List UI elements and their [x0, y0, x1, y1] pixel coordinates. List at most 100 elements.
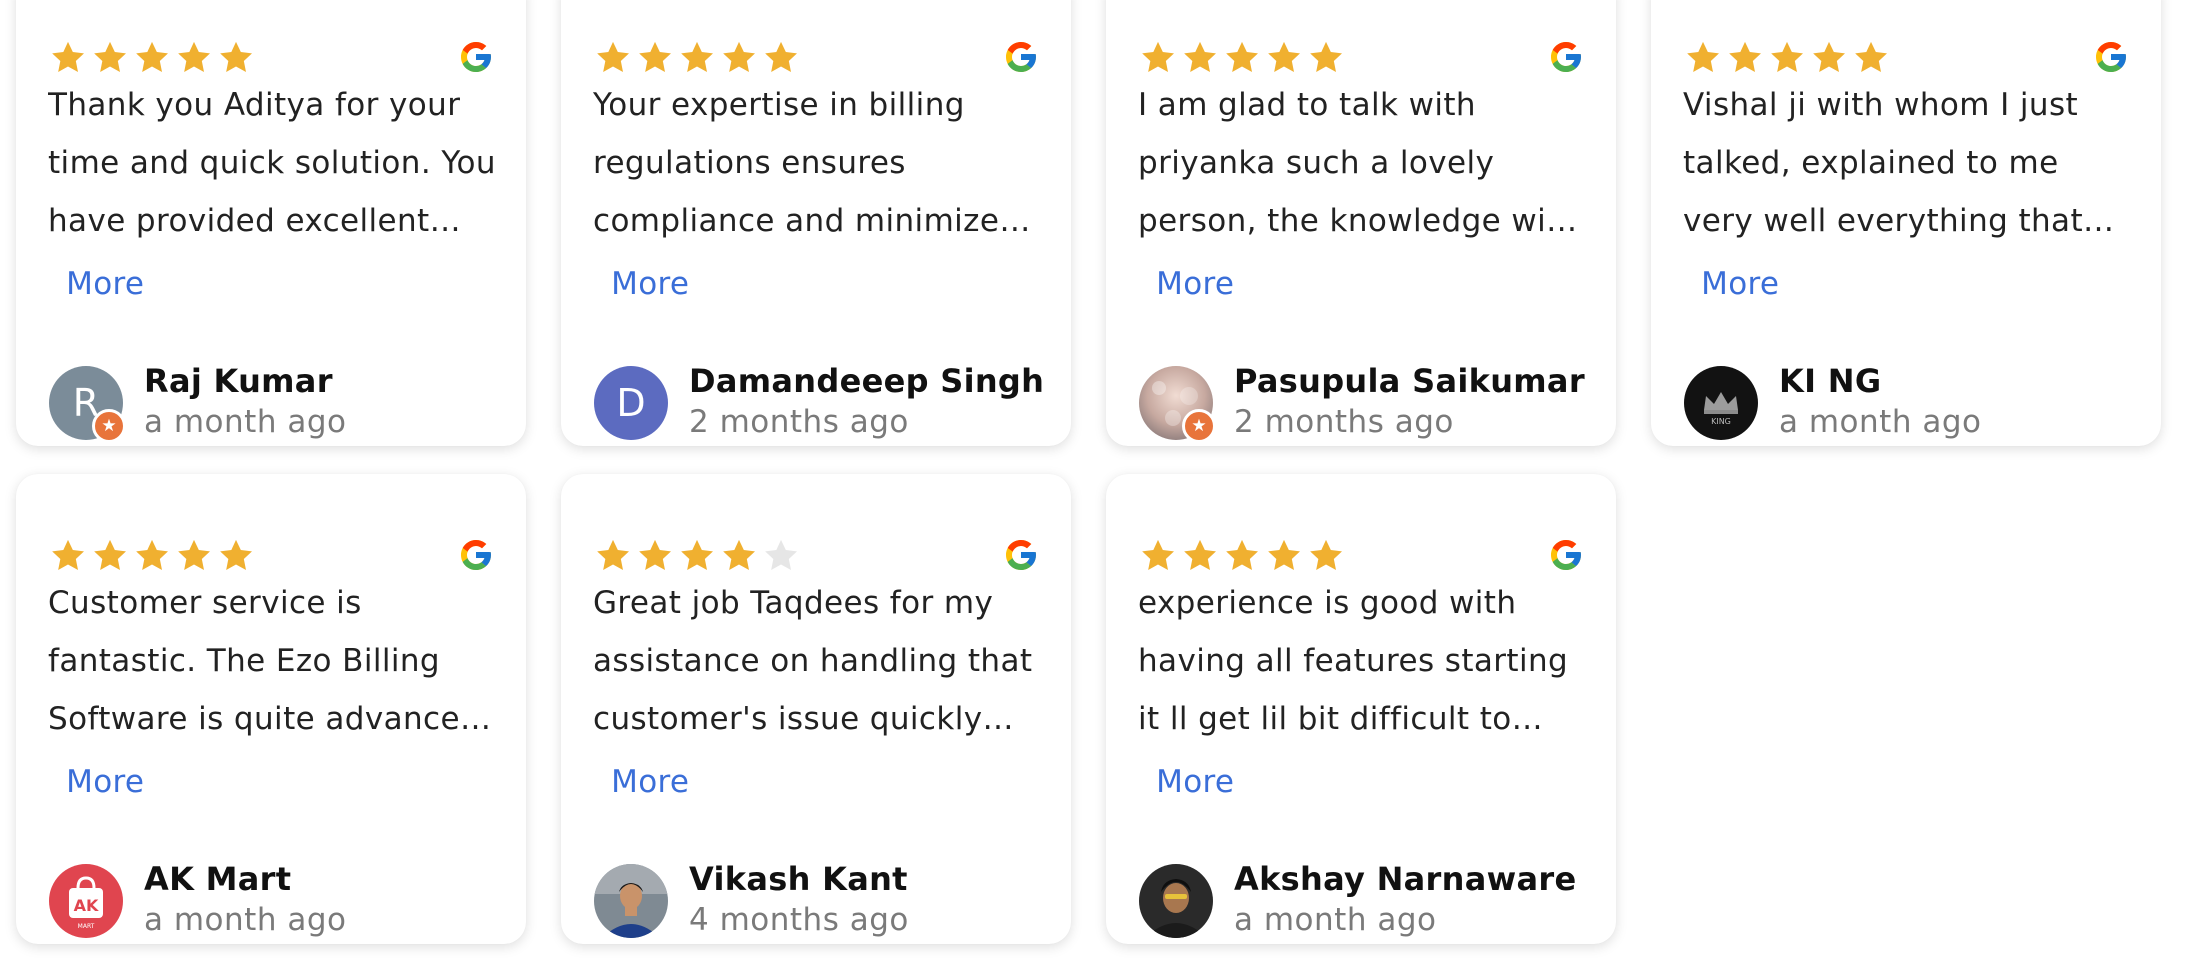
reviewer-name: Raj Kumar — [144, 362, 333, 400]
svg-text:MART: MART — [78, 923, 95, 930]
star-empty-icon — [765, 539, 797, 570]
reviewer-name: AK Mart — [144, 860, 292, 898]
star-filled-icon — [52, 41, 84, 72]
review-text: experience is good with having all featu… — [1138, 585, 1569, 737]
google-logo-icon — [1006, 540, 1036, 570]
star-filled-icon — [1184, 539, 1216, 570]
star-filled-icon — [178, 41, 210, 72]
star-rating — [48, 38, 256, 78]
google-logo-icon — [461, 42, 491, 72]
star-rating — [1138, 38, 1346, 78]
review-date: 4 months ago — [689, 902, 909, 938]
avatar-image — [594, 864, 668, 938]
more-link[interactable]: More — [1146, 764, 1234, 800]
avatar: AK MART — [49, 864, 123, 938]
local-guide-badge-icon: ★ — [92, 409, 126, 443]
avatar-image: D — [594, 366, 668, 440]
star-filled-icon — [723, 41, 755, 72]
reviewer-name: Pasupula Saikumar — [1234, 362, 1585, 400]
star-filled-icon — [1813, 41, 1845, 72]
star-filled-icon — [220, 539, 252, 570]
google-logo-icon — [2096, 42, 2126, 72]
star-filled-icon — [639, 41, 671, 72]
star-filled-icon — [94, 41, 126, 72]
more-link[interactable]: More — [56, 266, 144, 302]
star-filled-icon — [597, 41, 629, 72]
avatar-image — [1139, 864, 1213, 938]
review-date: a month ago — [1779, 404, 1982, 440]
avatar: KING — [1684, 366, 1758, 440]
avatar — [594, 864, 668, 938]
star-rating — [1683, 38, 1891, 78]
star-filled-icon — [94, 539, 126, 570]
star-filled-icon — [723, 539, 755, 570]
review-card: Your expertise in billing regulations en… — [561, 0, 1071, 446]
star-rating — [48, 536, 256, 576]
reviewer-name: Vikash Kant — [689, 860, 908, 898]
more-link[interactable]: More — [1691, 266, 1779, 302]
review-card: experience is good with having all featu… — [1106, 474, 1616, 944]
star-filled-icon — [52, 539, 84, 570]
star-filled-icon — [639, 539, 671, 570]
review-date: 2 months ago — [1234, 404, 1454, 440]
google-logo-icon — [1006, 42, 1036, 72]
star-filled-icon — [1184, 41, 1216, 72]
review-date: 2 months ago — [689, 404, 909, 440]
avatar-image: KING — [1684, 366, 1758, 440]
star-filled-icon — [1268, 41, 1300, 72]
local-guide-badge-icon: ★ — [1182, 409, 1216, 443]
review-card: I am glad to talk with priyanka such a l… — [1106, 0, 1616, 446]
star-filled-icon — [1268, 539, 1300, 570]
review-text: Thank you Aditya for your time and quick… — [48, 87, 496, 239]
star-filled-icon — [1729, 41, 1761, 72]
google-logo-icon — [1551, 42, 1581, 72]
avatar: ★ — [1139, 366, 1216, 443]
review-text: Great job Taqdees for my assistance on h… — [593, 585, 1033, 737]
star-rating — [1138, 536, 1346, 576]
review-text: Customer service is fantastic. The Ezo B… — [48, 585, 481, 737]
reviews-grid: Thank you Aditya for your time and quick… — [0, 0, 2186, 980]
review-text: Vishal ji with whom I just talked, expla… — [1683, 87, 2083, 239]
star-filled-icon — [220, 41, 252, 72]
google-logo-icon — [1551, 540, 1581, 570]
star-filled-icon — [1310, 539, 1342, 570]
more-link[interactable]: More — [1146, 266, 1234, 302]
more-link[interactable]: More — [601, 764, 689, 800]
avatar — [1139, 864, 1213, 938]
review-text: I am glad to talk with priyanka such a l… — [1138, 87, 1579, 239]
review-date: a month ago — [144, 902, 347, 938]
review-text: Your expertise in billing regulations en… — [593, 87, 1016, 239]
svg-text:KING: KING — [1711, 417, 1731, 426]
review-date: a month ago — [144, 404, 347, 440]
review-card: Customer service is fantastic. The Ezo B… — [16, 474, 526, 944]
more-link[interactable]: More — [601, 266, 689, 302]
star-filled-icon — [681, 539, 713, 570]
more-link[interactable]: More — [56, 764, 144, 800]
google-logo-icon — [461, 540, 491, 570]
review-card: Vishal ji with whom I just talked, expla… — [1651, 0, 2161, 446]
star-filled-icon — [136, 41, 168, 72]
star-filled-icon — [1226, 539, 1258, 570]
star-filled-icon — [765, 41, 797, 72]
avatar: D — [594, 366, 668, 440]
star-filled-icon — [1310, 41, 1342, 72]
star-filled-icon — [1142, 41, 1174, 72]
avatar-image: AK MART — [49, 864, 123, 938]
star-rating — [593, 38, 801, 78]
star-filled-icon — [178, 539, 210, 570]
reviewer-name: KI NG — [1779, 362, 1882, 400]
review-card: Thank you Aditya for your time and quick… — [16, 0, 526, 446]
reviewer-name: Damandeeep Singh — [689, 362, 1045, 400]
svg-text:AK: AK — [74, 896, 99, 915]
star-filled-icon — [1687, 41, 1719, 72]
star-filled-icon — [681, 41, 713, 72]
star-filled-icon — [1226, 41, 1258, 72]
star-filled-icon — [1142, 539, 1174, 570]
avatar: R ★ — [49, 366, 126, 443]
star-filled-icon — [1855, 41, 1887, 72]
star-filled-icon — [136, 539, 168, 570]
reviewer-name: Akshay Narnaware — [1234, 860, 1577, 898]
star-filled-icon — [1771, 41, 1803, 72]
review-date: a month ago — [1234, 902, 1437, 938]
review-card: Great job Taqdees for my assistance on h… — [561, 474, 1071, 944]
